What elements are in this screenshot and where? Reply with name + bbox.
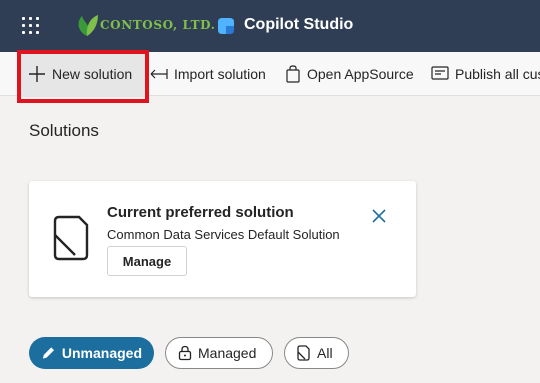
publish-all-label: Publish all cus	[455, 66, 540, 82]
copilot-studio-icon	[218, 18, 234, 34]
new-solution-label: New solution	[52, 66, 133, 82]
plus-icon	[29, 66, 45, 82]
filter-unmanaged[interactable]: Unmanaged	[29, 337, 154, 369]
open-appsource-label: Open AppSource	[307, 66, 414, 82]
lock-icon	[178, 345, 192, 361]
solution-icon	[297, 345, 310, 361]
command-bar: New solution Import solution Open AppSou…	[0, 51, 540, 97]
new-solution-button[interactable]: New solution	[20, 51, 146, 97]
filter-managed-label: Managed	[198, 345, 257, 361]
open-appsource-button[interactable]: Open AppSource	[285, 52, 414, 96]
filter-all-label: All	[317, 345, 333, 361]
waffle-icon[interactable]	[22, 17, 40, 35]
preferred-solution-card: Current preferred solution Common Data S…	[29, 181, 416, 297]
card-subtitle: Common Data Services Default Solution	[107, 227, 340, 242]
publish-all-button[interactable]: Publish all cus	[431, 52, 540, 96]
top-bar: CONTOSO, LTD. Copilot Studio	[0, 0, 540, 52]
solution-icon	[53, 215, 89, 261]
manage-button[interactable]: Manage	[107, 246, 187, 276]
import-solution-label: Import solution	[174, 66, 266, 82]
shopping-bag-icon	[286, 65, 300, 83]
brand-name: CONTOSO, LTD.	[100, 18, 216, 32]
publish-icon	[431, 66, 449, 80]
leaf-logo-icon	[78, 15, 98, 36]
filter-unmanaged-label: Unmanaged	[61, 345, 142, 361]
pencil-icon	[42, 347, 55, 359]
page-title: Solutions	[29, 121, 99, 140]
close-icon[interactable]	[372, 209, 386, 223]
filter-all[interactable]: All	[284, 337, 349, 369]
filter-managed[interactable]: Managed	[165, 337, 273, 369]
product-name: Copilot Studio	[244, 16, 354, 33]
card-title: Current preferred solution	[107, 204, 294, 221]
import-solution-button[interactable]: Import solution	[150, 52, 266, 96]
import-icon	[150, 69, 168, 79]
